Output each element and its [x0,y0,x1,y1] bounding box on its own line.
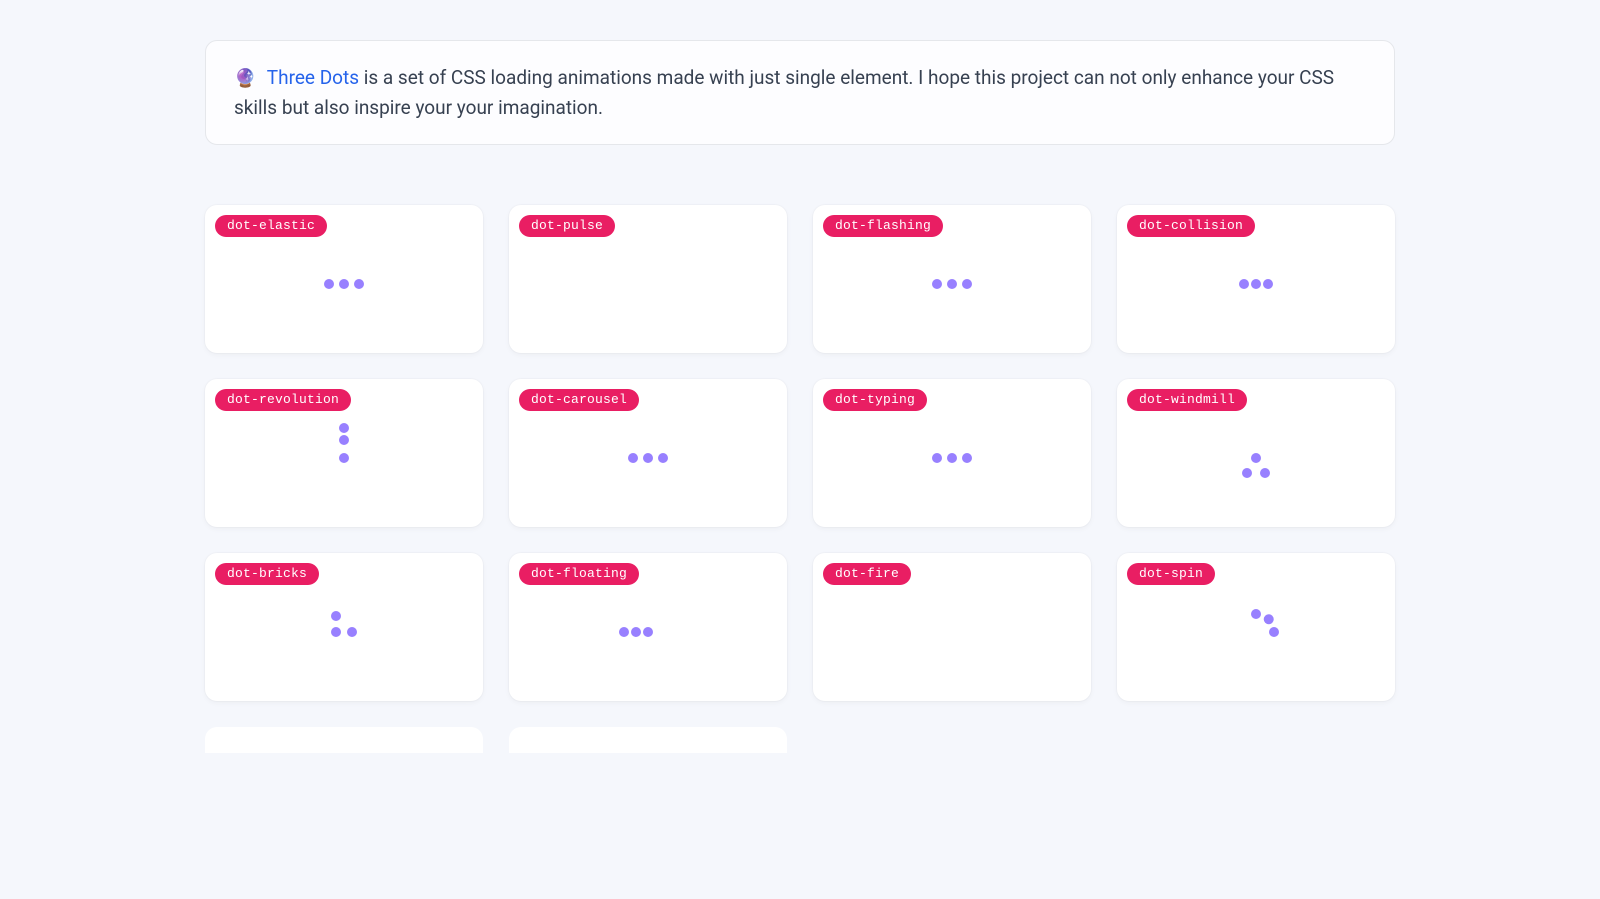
project-link[interactable]: Three Dots [267,66,359,89]
dot-floating-icon [643,627,653,637]
animation-card[interactable]: dot-collision [1117,205,1395,353]
animation-card[interactable]: dot-flashing [813,205,1091,353]
animation-stage [1117,379,1395,527]
animations-grid: dot-elasticdot-pulsedot-flashingdot-coll… [205,205,1395,701]
animation-stage [205,205,483,353]
animation-card[interactable]: dot-elastic [205,205,483,353]
crystal-ball-icon: 🔮 [234,68,256,89]
animation-card[interactable]: dot-carousel [509,379,787,527]
animation-stage [813,205,1091,353]
animation-stage [509,205,787,353]
animation-card[interactable]: dot-floating [509,553,787,701]
animation-stage [813,379,1091,527]
animation-stage [205,379,483,527]
animation-card[interactable]: dot-revolution [205,379,483,527]
animation-card[interactable]: dot-bricks [205,553,483,701]
animation-card[interactable]: dot-pulse [509,205,787,353]
next-row-peek: x x [205,727,1395,753]
animation-stage [1117,553,1395,701]
intro-box: 🔮 Three Dots is a set of CSS loading ani… [205,40,1395,145]
animation-stage [509,553,787,701]
animation-stage [1117,205,1395,353]
animation-stage [509,379,787,527]
animation-card[interactable]: dot-fire [813,553,1091,701]
animation-card: x [205,727,483,753]
animation-card[interactable]: dot-windmill [1117,379,1395,527]
dot-elastic-icon [339,279,349,289]
dot-spin-icon [1251,627,1261,637]
animation-card[interactable]: dot-spin [1117,553,1395,701]
dot-revolution-icon [339,453,349,463]
animation-card[interactable]: dot-typing [813,379,1091,527]
dot-windmill-icon [1251,453,1261,463]
intro-desc: is a set of CSS loading animations made … [234,66,1334,119]
animation-stage [813,553,1091,701]
animation-stage [205,553,483,701]
dot-collision-icon [1251,279,1261,289]
dot-flashing-icon [947,279,957,289]
animation-card: x [509,727,787,753]
